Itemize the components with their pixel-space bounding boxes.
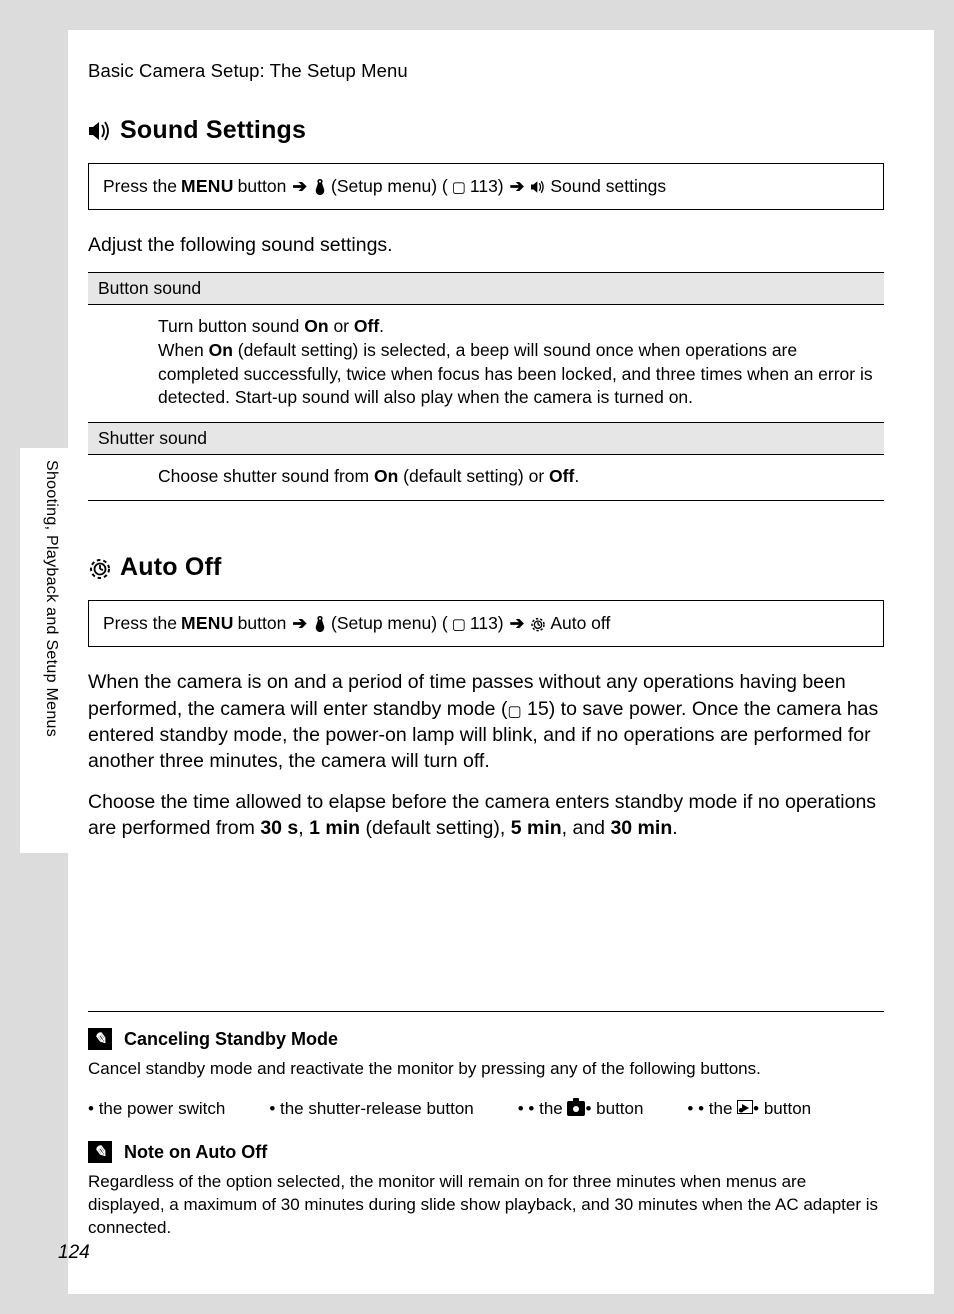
bullet-power-switch: the power switch xyxy=(88,1099,225,1119)
speaker-icon xyxy=(88,120,112,142)
note-title-autooff: ✎ Note on Auto Off xyxy=(88,1141,884,1163)
note-title-text: Canceling Standby Mode xyxy=(124,1029,338,1050)
menu-button-label: MENU xyxy=(181,176,234,197)
nav-text: Sound settings xyxy=(550,176,666,197)
nav-text: button xyxy=(238,613,287,634)
nav-text: button xyxy=(238,176,287,197)
note-bullets: the power switch the shutter-release but… xyxy=(88,1099,884,1119)
arrow-icon: ➔ xyxy=(292,613,307,634)
section-title-autooff: Auto Off xyxy=(88,553,884,582)
note-body-canceling: Cancel standby mode and reactivate the m… xyxy=(88,1058,884,1081)
table-body-shutter-sound: Choose shutter sound from On (default se… xyxy=(88,455,884,502)
section-title-sound-text: Sound Settings xyxy=(120,116,306,145)
arrow-icon: ➔ xyxy=(510,176,525,197)
table-header-button-sound: Button sound xyxy=(88,272,884,305)
nav-text: Press the xyxy=(103,176,177,197)
wrench-icon xyxy=(313,616,327,632)
page-number: 124 xyxy=(58,1242,90,1264)
bullet-camera-button: the button xyxy=(518,1099,644,1119)
playback-icon xyxy=(737,1100,753,1114)
section-title-autooff-text: Auto Off xyxy=(120,553,222,582)
wrench-icon xyxy=(313,179,327,195)
sound-table: Button sound Turn button sound On or Off… xyxy=(88,272,884,501)
book-icon: ▢ xyxy=(452,615,466,633)
arrow-icon: ➔ xyxy=(292,176,307,197)
nav-pageref: 113) xyxy=(470,176,504,197)
note-title-text: Note on Auto Off xyxy=(124,1142,267,1163)
pencil-note-icon: ✎ xyxy=(88,1028,112,1050)
book-icon: ▢ xyxy=(452,178,466,196)
table-header-shutter-sound: Shutter sound xyxy=(88,422,884,455)
running-head: Basic Camera Setup: The Setup Menu xyxy=(88,60,884,82)
timer-icon xyxy=(530,616,546,632)
section-title-sound: Sound Settings xyxy=(88,116,884,145)
nav-pageref: 113) xyxy=(470,613,504,634)
sound-intro: Adjust the following sound settings. xyxy=(88,232,884,258)
bullet-playback-button: the button xyxy=(687,1099,811,1119)
nav-text: Press the xyxy=(103,613,177,634)
bullet-shutter-release: the shutter-release button xyxy=(269,1099,473,1119)
speaker-icon xyxy=(530,180,546,194)
table-body-button-sound: Turn button sound On or Off. When On (de… xyxy=(88,305,884,422)
nav-text: (Setup menu) ( xyxy=(331,613,448,634)
nav-text: (Setup menu) ( xyxy=(331,176,448,197)
notes-divider xyxy=(88,1011,884,1012)
arrow-icon: ➔ xyxy=(510,613,525,634)
autooff-para1: When the camera is on and a period of ti… xyxy=(88,669,884,774)
timer-icon xyxy=(88,556,112,580)
pencil-note-icon: ✎ xyxy=(88,1141,112,1163)
nav-text: Auto off xyxy=(550,613,610,634)
sidebar-section-label: Shooting, Playback and Setup Menus xyxy=(42,460,60,737)
nav-path-sound: Press the MENU button ➔ (Setup menu) ( ▢… xyxy=(88,163,884,210)
camera-icon xyxy=(567,1101,585,1116)
note-title-canceling: ✎ Canceling Standby Mode xyxy=(88,1028,884,1050)
page: Shooting, Playback and Setup Menus Basic… xyxy=(20,30,934,1294)
menu-button-label: MENU xyxy=(181,613,234,634)
autooff-para2: Choose the time allowed to elapse before… xyxy=(88,789,884,842)
book-icon: ▢ xyxy=(507,703,521,720)
note-body-autooff: Regardless of the option selected, the m… xyxy=(88,1171,884,1240)
nav-path-autooff: Press the MENU button ➔ (Setup menu) ( ▢… xyxy=(88,600,884,647)
content-area: Basic Camera Setup: The Setup Menu Sound… xyxy=(88,60,884,1258)
